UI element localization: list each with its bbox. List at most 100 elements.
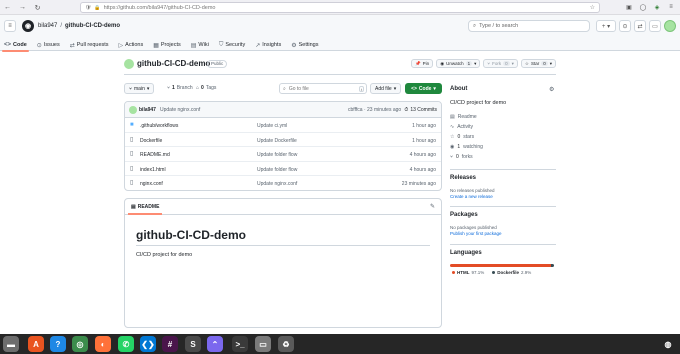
- file-row[interactable]: ▯ index1.html Update folder flow 4 hours…: [125, 162, 441, 176]
- tags-link[interactable]: ⌂ 0 Tags: [196, 85, 216, 91]
- file-commit-message[interactable]: Update folder flow: [257, 167, 297, 173]
- tab-wiki[interactable]: ▤ Wiki: [191, 39, 209, 51]
- divider: [136, 245, 430, 246]
- inbox-icon[interactable]: ▭: [649, 20, 661, 32]
- owner-link[interactable]: bila947: [38, 23, 57, 29]
- vscode-icon[interactable]: ❮❯: [140, 336, 156, 352]
- create-release-link[interactable]: Create a new release: [450, 194, 493, 199]
- add-file-button[interactable]: Add file ▾: [370, 83, 402, 94]
- readme-link-label: Readme: [457, 114, 477, 120]
- file-commit-message[interactable]: Update Dockerfile: [257, 138, 297, 144]
- reload-icon[interactable]: ↻: [32, 2, 43, 13]
- address-bar[interactable]: 🛡 🔒 https://github.com/bila947/github-CI…: [80, 2, 600, 13]
- recycle-icon[interactable]: ♻: [278, 336, 294, 352]
- tab-label: Actions: [125, 42, 144, 48]
- go-to-file-input[interactable]: ⌕ Go to file t: [279, 83, 367, 94]
- search-input[interactable]: ⌕ Type / to search: [468, 20, 590, 32]
- fork-count: 0: [503, 61, 510, 66]
- releases-heading[interactable]: Releases: [450, 175, 476, 181]
- tab-pull-requests[interactable]: ⇄ Pull requests: [70, 39, 109, 51]
- star-button[interactable]: ☆ Star 0 ▾: [520, 59, 556, 68]
- tab-projects[interactable]: ▦ Projects: [153, 39, 181, 51]
- pocket-icon[interactable]: ▣: [624, 2, 634, 12]
- file-row[interactable]: ▯ README.md Update folder flow 4 hours a…: [125, 147, 441, 162]
- publish-package-link[interactable]: Publish your first package: [450, 231, 502, 236]
- pull-request-icon[interactable]: ⇄: [634, 20, 646, 32]
- file-name[interactable]: README.md: [140, 152, 170, 158]
- insights-icon: ↗: [255, 42, 261, 49]
- commits-link[interactable]: ⏱ 13 Commits: [404, 107, 437, 113]
- sublime-icon[interactable]: S: [185, 336, 201, 352]
- no-releases-text: No releases published: [450, 188, 495, 193]
- pencil-icon[interactable]: ✎: [430, 203, 435, 210]
- ubuntu-icon[interactable]: ◍: [660, 336, 676, 352]
- language-item[interactable]: Dockerfile 2.9%: [492, 270, 531, 275]
- projects-icon: ▦: [153, 42, 159, 49]
- help-icon[interactable]: ?: [50, 336, 66, 352]
- code-button[interactable]: <> Code ▾: [405, 83, 442, 94]
- about-description: CI/CD project for demo: [450, 100, 507, 106]
- tab-security[interactable]: ⛉ Security: [219, 39, 245, 51]
- language-item[interactable]: HTML 97.1%: [452, 270, 484, 275]
- tab-issues[interactable]: ⊙ Issues: [37, 39, 60, 51]
- back-icon[interactable]: ←: [2, 2, 13, 13]
- hamburger-icon[interactable]: ≡: [4, 20, 16, 32]
- slack-icon[interactable]: #: [162, 336, 178, 352]
- tab-settings[interactable]: ⚙ Settings: [291, 39, 318, 51]
- pin-button[interactable]: 📌 Pin: [411, 59, 434, 68]
- commit-author[interactable]: bila947: [139, 107, 156, 113]
- file-name[interactable]: index1.html: [140, 167, 166, 173]
- readme-tab[interactable]: ▤ README: [127, 204, 163, 215]
- star-bookmark-icon[interactable]: ☆: [590, 4, 595, 11]
- file-name[interactable]: .github/workflows: [140, 123, 178, 129]
- chrome-icon[interactable]: ◎: [72, 336, 88, 352]
- trash-icon[interactable]: ▬: [3, 336, 19, 352]
- forward-icon[interactable]: →: [17, 2, 28, 13]
- tab-code[interactable]: <> Code: [2, 39, 29, 52]
- issues-icon[interactable]: ⊙: [619, 20, 631, 32]
- activity-link[interactable]: ∿ Activity: [450, 124, 473, 130]
- extension-icon[interactable]: ◈: [652, 2, 662, 12]
- file-commit-message[interactable]: Update nginx.conf: [257, 181, 297, 187]
- menu-icon[interactable]: ≡: [666, 2, 676, 12]
- readme-title: github-CI-CD-demo: [136, 228, 246, 242]
- watching-link[interactable]: ◉ 1 watching: [450, 144, 483, 150]
- divider: [450, 169, 556, 170]
- whatsapp-icon[interactable]: ✆: [118, 336, 134, 352]
- unwatch-button[interactable]: ◉ Unwatch 1 ▾: [436, 59, 481, 68]
- file-row[interactable]: ■ .github/workflows Update ci.yml 1 hour…: [125, 118, 441, 133]
- file-row[interactable]: ▯ Dockerfile Update Dockerfile 1 hour ag…: [125, 133, 441, 147]
- software-store-icon[interactable]: A: [28, 336, 44, 352]
- tab-insights[interactable]: ↗ Insights: [255, 39, 281, 51]
- branches-link[interactable]: ⑂ 1 Branch: [167, 85, 193, 91]
- readme-link[interactable]: ▤ Readme: [450, 114, 477, 120]
- file-name[interactable]: nginx.conf: [140, 181, 163, 187]
- file-name[interactable]: Dockerfile: [140, 138, 162, 144]
- fork-button[interactable]: ⑂ Fork 0 ▾: [483, 59, 518, 68]
- repo-link[interactable]: github-CI-CD-demo: [65, 23, 120, 29]
- files-icon[interactable]: ▭: [255, 336, 271, 352]
- clickup-icon[interactable]: ⌃: [207, 336, 223, 352]
- branch-selector[interactable]: ⑂ main ▾: [124, 83, 155, 94]
- repo-name[interactable]: github-CI-CD-demo: [137, 59, 210, 68]
- firefox-icon[interactable]: ◐: [95, 336, 111, 352]
- file-commit-message[interactable]: Update ci.yml: [257, 123, 287, 129]
- new-button[interactable]: + ▾: [596, 20, 616, 32]
- packages-heading[interactable]: Packages: [450, 212, 478, 218]
- file-toolbar: ⑂ main ▾ ⑂ 1 Branch ⌂ 0 Tags ⌕ Go to fil…: [124, 83, 442, 94]
- readme-body: CI/CD project for demo: [136, 252, 193, 258]
- fork-icon: ⑂: [450, 154, 454, 160]
- commit-message[interactable]: Update nginx.conf: [160, 107, 200, 113]
- commit-hash-time[interactable]: cbfffca · 23 minutes ago: [348, 107, 401, 113]
- book-icon: ▤: [131, 204, 136, 210]
- file-row[interactable]: ▯ nginx.conf Update nginx.conf 23 minute…: [125, 176, 441, 190]
- tab-actions[interactable]: ▷ Actions: [119, 39, 144, 51]
- github-logo-icon[interactable]: ◉: [22, 20, 34, 32]
- stars-link[interactable]: ☆ 0 stars: [450, 134, 474, 140]
- file-commit-message[interactable]: Update folder flow: [257, 152, 297, 158]
- forks-link[interactable]: ⑂ 0 forks: [450, 154, 473, 160]
- account-icon[interactable]: ◯: [638, 2, 648, 12]
- avatar[interactable]: [664, 20, 676, 32]
- terminal-icon[interactable]: >_: [232, 336, 248, 352]
- gear-icon[interactable]: ⚙: [549, 86, 554, 93]
